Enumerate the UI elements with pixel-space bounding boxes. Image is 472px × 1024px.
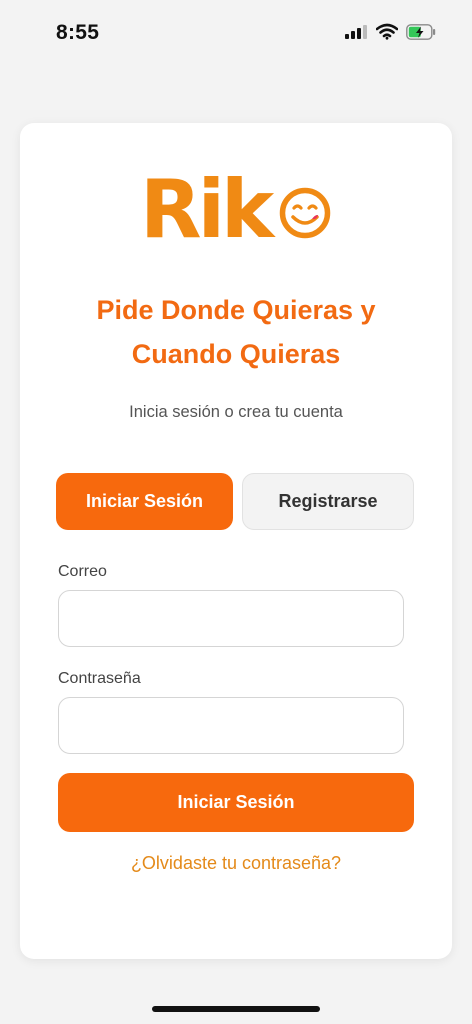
status-time: 8:55	[56, 21, 100, 44]
smiley-face-icon	[279, 187, 331, 239]
headline-line-1: Pide Donde Quieras y	[96, 295, 376, 325]
password-field[interactable]	[58, 697, 404, 754]
battery-charging-icon	[406, 24, 436, 40]
status-bar: 8:55	[0, 0, 472, 64]
tab-login[interactable]: Iniciar Sesión	[56, 473, 233, 530]
page-subtitle: Inicia sesión o crea tu cuenta	[129, 403, 343, 421]
login-screen: 8:55 Rik Pide Donde Quieras y Cuando Qui…	[0, 0, 472, 1024]
cellular-signal-icon	[345, 25, 367, 39]
login-card: Rik Pide Donde Quieras y Cuando Quieras …	[20, 123, 452, 959]
page-headline: Pide Donde Quieras y Cuando Quieras	[20, 288, 452, 376]
login-submit-button[interactable]: Iniciar Sesión	[58, 773, 414, 832]
wifi-icon	[376, 23, 398, 40]
home-indicator[interactable]	[152, 1006, 320, 1012]
email-field[interactable]	[58, 590, 404, 647]
logo-text: Rik	[140, 163, 274, 256]
password-label: Contraseña	[58, 670, 141, 687]
email-label: Correo	[58, 563, 107, 580]
riko-logo: Rik	[140, 170, 336, 250]
headline-line-2: Cuando Quieras	[131, 339, 341, 369]
tab-register[interactable]: Registrarse	[242, 473, 414, 530]
forgot-password-link[interactable]: ¿Olvidaste tu contraseña?	[20, 853, 452, 874]
